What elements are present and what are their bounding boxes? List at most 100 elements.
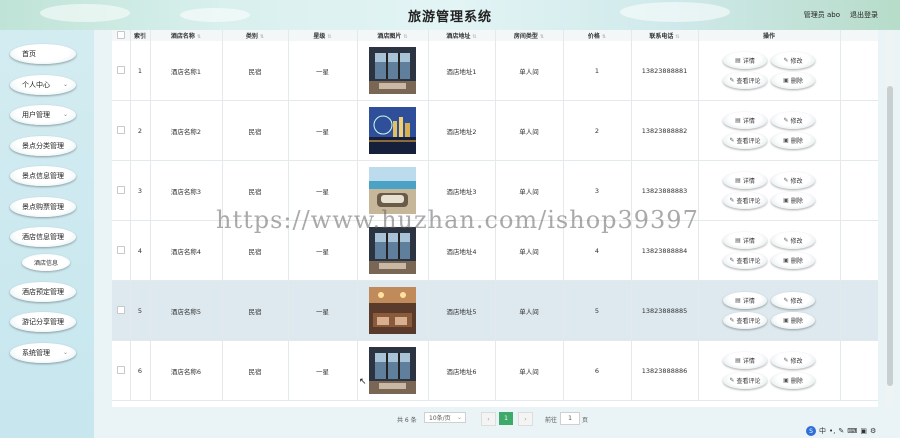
sidebar-item-home[interactable]: 首页 (10, 44, 76, 64)
button-label: 查看评论 (736, 258, 761, 265)
hotel-image[interactable] (369, 47, 416, 94)
ime-icon[interactable]: S (806, 426, 816, 436)
scrollbar-thumb[interactable] (887, 86, 893, 386)
row-checkbox[interactable] (116, 305, 125, 314)
col-header-name[interactable]: 酒店名称 ⇅ (150, 30, 223, 41)
hotel-image[interactable] (369, 107, 416, 154)
cell-address: 酒店地址2 (428, 100, 496, 161)
detail-button[interactable]: ▤ 详情 (723, 52, 767, 69)
sidebar-item-system[interactable]: 系统管理 ⌄ (10, 343, 76, 363)
delete-button[interactable]: ▣ 删除 (771, 372, 815, 389)
edit-button[interactable]: ✎ 修改 (771, 232, 815, 249)
row-checkbox[interactable] (116, 65, 125, 74)
button-label: 详情 (742, 298, 755, 305)
punctuation-icon[interactable]: •‚ (829, 427, 835, 435)
hotel-image[interactable] (369, 347, 416, 394)
pencil-icon: ✎ (729, 137, 735, 144)
col-header-image[interactable]: 酒店图片 ⇅ (357, 30, 429, 41)
col-header-room[interactable]: 房间类型 ⇅ (495, 30, 564, 41)
hotel-image[interactable] (369, 287, 416, 334)
sort-icon[interactable]: ⇅ (327, 34, 331, 40)
edit-button[interactable]: ✎ 修改 (771, 292, 815, 309)
button-label: 修改 (790, 298, 803, 305)
select-all-checkbox[interactable] (116, 30, 125, 39)
view-reviews-button[interactable]: ✎ 查看评论 (723, 372, 767, 389)
detail-button[interactable]: ▤ 详情 (723, 292, 767, 309)
next-page-button[interactable]: › (518, 412, 533, 426)
logout-link[interactable]: 退出登录 (850, 10, 878, 20)
sidebar-item-spot-ticket[interactable]: 景点购票管理 (10, 197, 76, 217)
sort-icon[interactable]: ⇅ (260, 34, 264, 40)
detail-button[interactable]: ▤ 详情 (723, 352, 767, 369)
settings-icon[interactable]: ⚙ (870, 427, 876, 435)
sort-icon[interactable]: ⇅ (540, 34, 544, 40)
row-checkbox[interactable] (116, 125, 125, 134)
col-header-price[interactable]: 价格 ⇅ (563, 30, 632, 41)
sidebar-item-personal-center[interactable]: 个人中心 ⌄ (10, 75, 76, 95)
view-reviews-button[interactable]: ✎ 查看评论 (723, 252, 767, 269)
cell-hotel-name: 酒店名称6 (150, 340, 223, 401)
sort-icon[interactable]: ⇅ (403, 34, 407, 40)
ime-language-label[interactable]: 中 (819, 426, 826, 436)
sidebar-item-label: 景点分类管理 (22, 142, 64, 150)
goto-page-input[interactable]: 1 (560, 412, 580, 425)
row-actions: ▤ 详情 ✎ 修改 ✎ 查看评论 ▣ 删除 (720, 352, 818, 389)
page-number-current[interactable]: 1 (499, 412, 513, 425)
sort-icon[interactable]: ⇅ (602, 34, 606, 40)
prev-page-button[interactable]: ‹ (481, 412, 496, 426)
sidebar-item-label: 酒店信息管理 (22, 233, 64, 241)
detail-button[interactable]: ▤ 详情 (723, 112, 767, 129)
detail-button[interactable]: ▤ 详情 (723, 232, 767, 249)
row-checkbox[interactable] (116, 245, 125, 254)
edit-button[interactable]: ✎ 修改 (771, 52, 815, 69)
page-size-select[interactable]: 10条/页 ⌄ (424, 412, 466, 423)
pencil-icon: ✎ (783, 237, 789, 244)
delete-button[interactable]: ▣ 删除 (771, 132, 815, 149)
pencil-icon: ✎ (729, 197, 735, 204)
sidebar-item-spot-category[interactable]: 景点分类管理 (10, 136, 76, 156)
row-checkbox[interactable] (116, 365, 125, 374)
delete-button[interactable]: ▣ 删除 (771, 312, 815, 329)
col-header-address[interactable]: 酒店地址 ⇅ (428, 30, 496, 41)
edit-button[interactable]: ✎ 修改 (771, 352, 815, 369)
col-header-phone[interactable]: 联系电话 ⇅ (631, 30, 699, 41)
trash-icon: ▣ (783, 317, 789, 324)
vertical-scrollbar[interactable] (886, 30, 894, 407)
document-icon: ▤ (735, 237, 741, 244)
skin-icon[interactable]: ▣ (860, 427, 867, 435)
cell-price: 6 (563, 340, 632, 401)
sidebar-item-user-mgmt[interactable]: 用户管理 ⌄ (10, 105, 76, 125)
cell-index: 6 (130, 340, 151, 401)
sort-icon[interactable]: ⇅ (675, 34, 679, 40)
hotel-image[interactable] (369, 227, 416, 274)
sidebar-item-spot-info[interactable]: 景点信息管理 (10, 166, 76, 186)
cell-index: 2 (130, 100, 151, 161)
keyboard-icon[interactable]: ⌨ (847, 427, 857, 435)
sort-icon[interactable]: ⇅ (197, 34, 201, 40)
col-header-label: 价格 (587, 33, 600, 40)
edit-button[interactable]: ✎ 修改 (771, 112, 815, 129)
cell-hotel-name: 酒店名称3 (150, 160, 223, 221)
view-reviews-button[interactable]: ✎ 查看评论 (723, 132, 767, 149)
view-reviews-button[interactable]: ✎ 查看评论 (723, 312, 767, 329)
delete-button[interactable]: ▣ 删除 (771, 252, 815, 269)
sidebar-item-hotel-booking[interactable]: 酒店预定管理 (10, 282, 76, 302)
edit-button[interactable]: ✎ 修改 (771, 172, 815, 189)
view-reviews-button[interactable]: ✎ 查看评论 (723, 72, 767, 89)
detail-button[interactable]: ▤ 详情 (723, 172, 767, 189)
col-header-star[interactable]: 星级 ⇅ (288, 30, 358, 41)
col-header-label: 酒店地址 (446, 33, 471, 40)
sidebar-item-travelogue[interactable]: 游记分享管理 (10, 312, 76, 332)
delete-button[interactable]: ▣ 删除 (771, 192, 815, 209)
sidebar-subitem-hotel-info[interactable]: 酒店信息 (22, 254, 70, 271)
document-icon: ▤ (735, 357, 741, 364)
sidebar-item-hotel-info[interactable]: 酒店信息管理 (10, 227, 76, 247)
col-header-category[interactable]: 类别 ⇅ (222, 30, 289, 41)
cell-room-type: 单人间 (495, 41, 564, 101)
pen-icon[interactable]: ✎ (838, 427, 844, 435)
row-checkbox[interactable] (116, 185, 125, 194)
sort-icon[interactable]: ⇅ (472, 34, 476, 40)
col-header-actions: 操作 (698, 30, 841, 41)
view-reviews-button[interactable]: ✎ 查看评论 (723, 192, 767, 209)
delete-button[interactable]: ▣ 删除 (771, 72, 815, 89)
